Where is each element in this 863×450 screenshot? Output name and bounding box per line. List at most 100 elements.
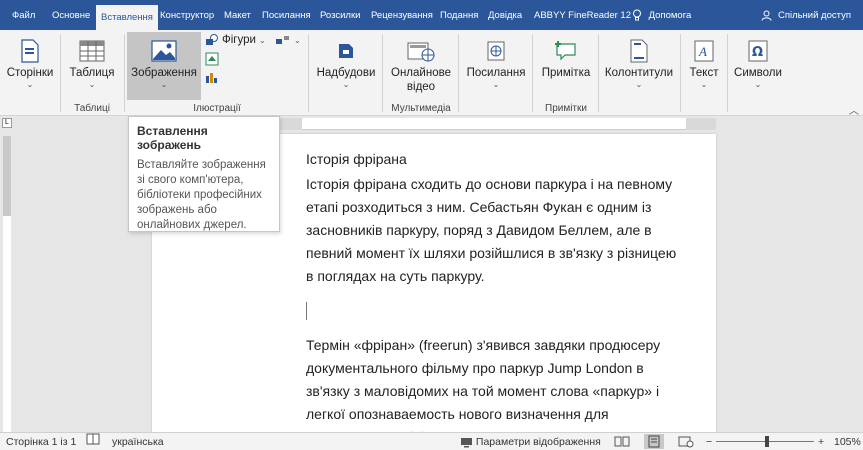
chart-icon	[206, 73, 217, 83]
chevron-down-icon: ⌄	[700, 80, 708, 89]
group-separator	[308, 34, 309, 112]
chevron-down-icon: ⌄	[160, 80, 168, 89]
group-separator	[458, 34, 459, 112]
group-label-comments: Примітки	[545, 103, 587, 114]
online-video-label-line1: Онлайнове	[391, 67, 451, 79]
tooltip-title: Вставлення зображень	[137, 124, 208, 152]
tab-review[interactable]: Рецензування	[371, 0, 433, 30]
status-bar: Сторінка 1 із 1 українська Параметри від…	[0, 432, 863, 450]
display-settings-label: Параметри відображення	[475, 436, 601, 448]
tab-layout[interactable]: Макет	[224, 0, 251, 30]
text-button[interactable]: A Текст ⌄	[684, 32, 724, 100]
shapes-label: Фігури	[222, 34, 256, 46]
document-body[interactable]: Історія фрірана Історія фрірана сходить …	[306, 148, 686, 449]
chevron-down-icon: ⌄	[258, 35, 266, 45]
text-box-icon: A	[694, 40, 714, 62]
page-count[interactable]: Сторінка 1 із 1	[6, 433, 76, 450]
monitor-icon	[461, 437, 472, 448]
group-label-illustrations: Ілюстрації	[193, 103, 241, 114]
pictures-button[interactable]: Зображення ⌄	[127, 32, 201, 100]
shapes-button[interactable]: Фігури ⌄	[205, 34, 266, 46]
text-cursor	[306, 302, 307, 320]
vertical-ruler: L	[0, 116, 14, 434]
tab-mailings[interactable]: Розсилки	[320, 0, 360, 30]
symbols-button[interactable]: Ω Символи ⌄	[730, 32, 786, 100]
tell-me-label: Допомога	[648, 10, 692, 21]
group-separator	[532, 34, 533, 112]
zoom-slider-thumb[interactable]	[764, 436, 769, 447]
tab-design[interactable]: Конструктор	[160, 0, 214, 30]
text-label: Текст	[689, 67, 719, 79]
ribbon: Сторінки ⌄ Таблиця ⌄ Таблиці Зображення …	[0, 30, 863, 117]
collapse-ribbon-icon[interactable]: ︿	[849, 102, 859, 117]
document-title: Історія фрірана	[306, 151, 407, 167]
addins-button[interactable]: Надбудови ⌄	[312, 32, 380, 100]
header-footer-button[interactable]: Колонтитули ⌄	[602, 32, 676, 100]
chevron-down-icon: ⌄	[492, 80, 500, 89]
web-layout-button[interactable]	[676, 434, 696, 449]
icons-button[interactable]	[205, 52, 219, 66]
svg-text:Ω: Ω	[752, 45, 763, 60]
links-button[interactable]: Посилання ⌄	[462, 32, 530, 100]
group-separator	[727, 34, 728, 112]
tab-abbyy[interactable]: ABBYY FineReader 12	[534, 0, 631, 30]
smartart-button[interactable]: ⌄	[275, 34, 301, 46]
language-indicator[interactable]: українська	[112, 433, 164, 450]
chevron-down-icon: ⌄	[26, 80, 34, 89]
tab-selector[interactable]: L	[2, 118, 12, 128]
book-icon	[614, 436, 630, 447]
comment-icon	[555, 41, 576, 61]
share-label: Спільний доступ	[777, 10, 851, 21]
pictures-label: Зображення	[131, 67, 197, 79]
paragraph: Історія фрірана сходить до основи паркур…	[306, 176, 677, 284]
chevron-down-icon: ⌄	[342, 80, 350, 89]
display-settings-button[interactable]: Параметри відображення	[460, 433, 601, 450]
online-video-button[interactable]: Онлайнове відео	[386, 32, 456, 100]
svg-text:A: A	[698, 44, 707, 59]
group-separator	[680, 34, 681, 112]
person-icon	[761, 10, 772, 21]
header-footer-icon	[630, 39, 648, 63]
pages-label: Сторінки	[6, 67, 54, 79]
tab-help[interactable]: Довідка	[488, 0, 522, 30]
icons-icon	[205, 52, 219, 66]
smartart-icon	[276, 36, 289, 44]
group-label-tables: Таблиці	[74, 103, 110, 114]
comment-button[interactable]: Примітка	[536, 32, 596, 100]
read-mode-button[interactable]	[612, 434, 632, 449]
addins-label: Надбудови	[316, 67, 376, 79]
tell-me-box[interactable]: Допомога	[632, 0, 691, 30]
comment-label: Примітка	[541, 67, 591, 79]
symbols-label: Символи	[734, 67, 782, 79]
group-separator	[60, 34, 61, 112]
web-layout-icon	[678, 436, 694, 448]
tab-insert[interactable]: Вставлення	[96, 5, 158, 30]
links-label: Посилання	[466, 67, 526, 79]
chevron-down-icon: ⌄	[88, 80, 96, 89]
tab-home[interactable]: Основне	[52, 0, 90, 30]
group-separator	[124, 34, 125, 112]
tab-file[interactable]: Файл	[12, 0, 35, 30]
tab-references[interactable]: Посилання	[262, 0, 311, 30]
chevron-down-icon: ⌄	[754, 80, 762, 89]
menu-bar: Файл Основне Вставлення Конструктор Маке…	[0, 0, 863, 30]
header-footer-label: Колонтитули	[604, 67, 674, 79]
zoom-out-button[interactable]: −	[706, 433, 712, 450]
tooltip: Вставлення зображень Вставляйте зображен…	[128, 116, 280, 232]
addins-icon	[339, 44, 353, 58]
chart-button[interactable]	[205, 70, 219, 84]
table-button[interactable]: Таблиця ⌄	[64, 32, 120, 100]
share-button[interactable]: Спільний доступ	[761, 0, 851, 30]
tab-view[interactable]: Подання	[440, 0, 478, 30]
tooltip-body: Вставляйте зображення зі свого комп'ютер…	[137, 159, 266, 231]
print-layout-button[interactable]	[644, 434, 664, 449]
zoom-in-button[interactable]: +	[818, 433, 824, 450]
shapes-icon	[206, 34, 218, 45]
group-separator	[382, 34, 383, 112]
pages-button[interactable]: Сторінки ⌄	[2, 32, 58, 100]
proofing-icon[interactable]	[86, 433, 100, 450]
omega-icon: Ω	[748, 40, 768, 62]
online-video-icon	[407, 42, 435, 62]
zoom-level[interactable]: 105%	[834, 433, 861, 450]
chevron-down-icon: ⌄	[294, 35, 301, 45]
